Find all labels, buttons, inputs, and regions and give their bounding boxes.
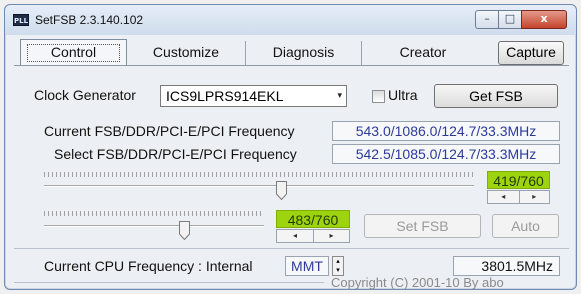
step-left-icon[interactable]: ◂: [277, 230, 313, 242]
capture-button[interactable]: Capture: [498, 41, 564, 65]
copyright-text: Copyright (C) 2001-10 By abo: [331, 275, 504, 290]
pll-stepper[interactable]: ◂ ▸: [276, 229, 350, 243]
cpu-source-spinner[interactable]: ▴ ▾: [332, 256, 344, 276]
chevron-down-icon: ▾: [337, 91, 342, 101]
step-left-icon[interactable]: ◂: [488, 191, 519, 203]
step-right-icon[interactable]: ▸: [518, 191, 550, 203]
spin-up-icon[interactable]: ▴: [333, 257, 343, 266]
tab-diagnosis[interactable]: Diagnosis: [246, 41, 362, 65]
pll-slider-value: 483/760: [276, 210, 350, 228]
divider: [14, 248, 569, 249]
fsb-slider-thumb[interactable]: [276, 181, 288, 200]
current-frequency-label: Current FSB/DDR/PCI-E/PCI Frequency: [44, 123, 295, 139]
fsb-stepper[interactable]: ◂ ▸: [487, 190, 550, 204]
minimize-button[interactable]: –: [475, 10, 499, 29]
app-icon: PLL: [13, 14, 29, 26]
tab-customize[interactable]: Customize: [127, 41, 246, 65]
get-fsb-button[interactable]: Get FSB: [434, 84, 558, 108]
select-frequency-value: 542.5/1085.0/124.7/33.3MHz: [332, 144, 560, 164]
cpu-source-field[interactable]: MMT: [285, 256, 329, 276]
maximize-button[interactable]: □: [498, 10, 522, 29]
pll-slider-thumb[interactable]: [178, 221, 190, 240]
ultra-checkbox[interactable]: [372, 90, 385, 103]
footer-line-left: [14, 282, 324, 283]
tab-strip: Control Customize Diagnosis Creator Capt…: [14, 39, 569, 66]
tab-control[interactable]: Control: [20, 39, 127, 66]
window-title: SetFSB 2.3.140.102: [35, 13, 144, 27]
clock-generator-label: Clock Generator: [34, 87, 136, 103]
set-fsb-button[interactable]: Set FSB: [364, 214, 481, 238]
cpu-frequency-value: 3801.5MHz: [453, 256, 560, 276]
spin-down-icon[interactable]: ▾: [333, 266, 343, 275]
tab-divider: [14, 65, 569, 66]
title-bar[interactable]: PLL SetFSB 2.3.140.102 – □ x: [5, 5, 576, 35]
pll-slider-ticks: [44, 211, 264, 216]
fsb-slider-ticks: [44, 172, 474, 177]
pll-slider-track[interactable]: [44, 225, 264, 227]
fsb-slider-value: 419/760: [487, 171, 550, 189]
setfsb-window: PLL SetFSB 2.3.140.102 – □ x Control Cus…: [4, 4, 577, 290]
close-button[interactable]: x: [521, 10, 567, 29]
clock-generator-select[interactable]: ICS9LPRS914EKL ▾: [160, 85, 347, 107]
ultra-label: Ultra: [388, 87, 418, 103]
clock-generator-value: ICS9LPRS914EKL: [166, 88, 284, 104]
client-area: Control Customize Diagnosis Creator Capt…: [14, 39, 569, 290]
tab-creator[interactable]: Creator: [362, 41, 484, 65]
select-frequency-label: Select FSB/DDR/PCI-E/PCI Frequency: [54, 146, 297, 162]
current-frequency-value: 543.0/1086.0/124.7/33.3MHz: [332, 121, 560, 141]
auto-button[interactable]: Auto: [492, 214, 559, 238]
cpu-frequency-label: Current CPU Frequency : Internal: [44, 258, 253, 274]
fsb-slider-track[interactable]: [44, 185, 474, 187]
step-right-icon[interactable]: ▸: [313, 230, 349, 242]
